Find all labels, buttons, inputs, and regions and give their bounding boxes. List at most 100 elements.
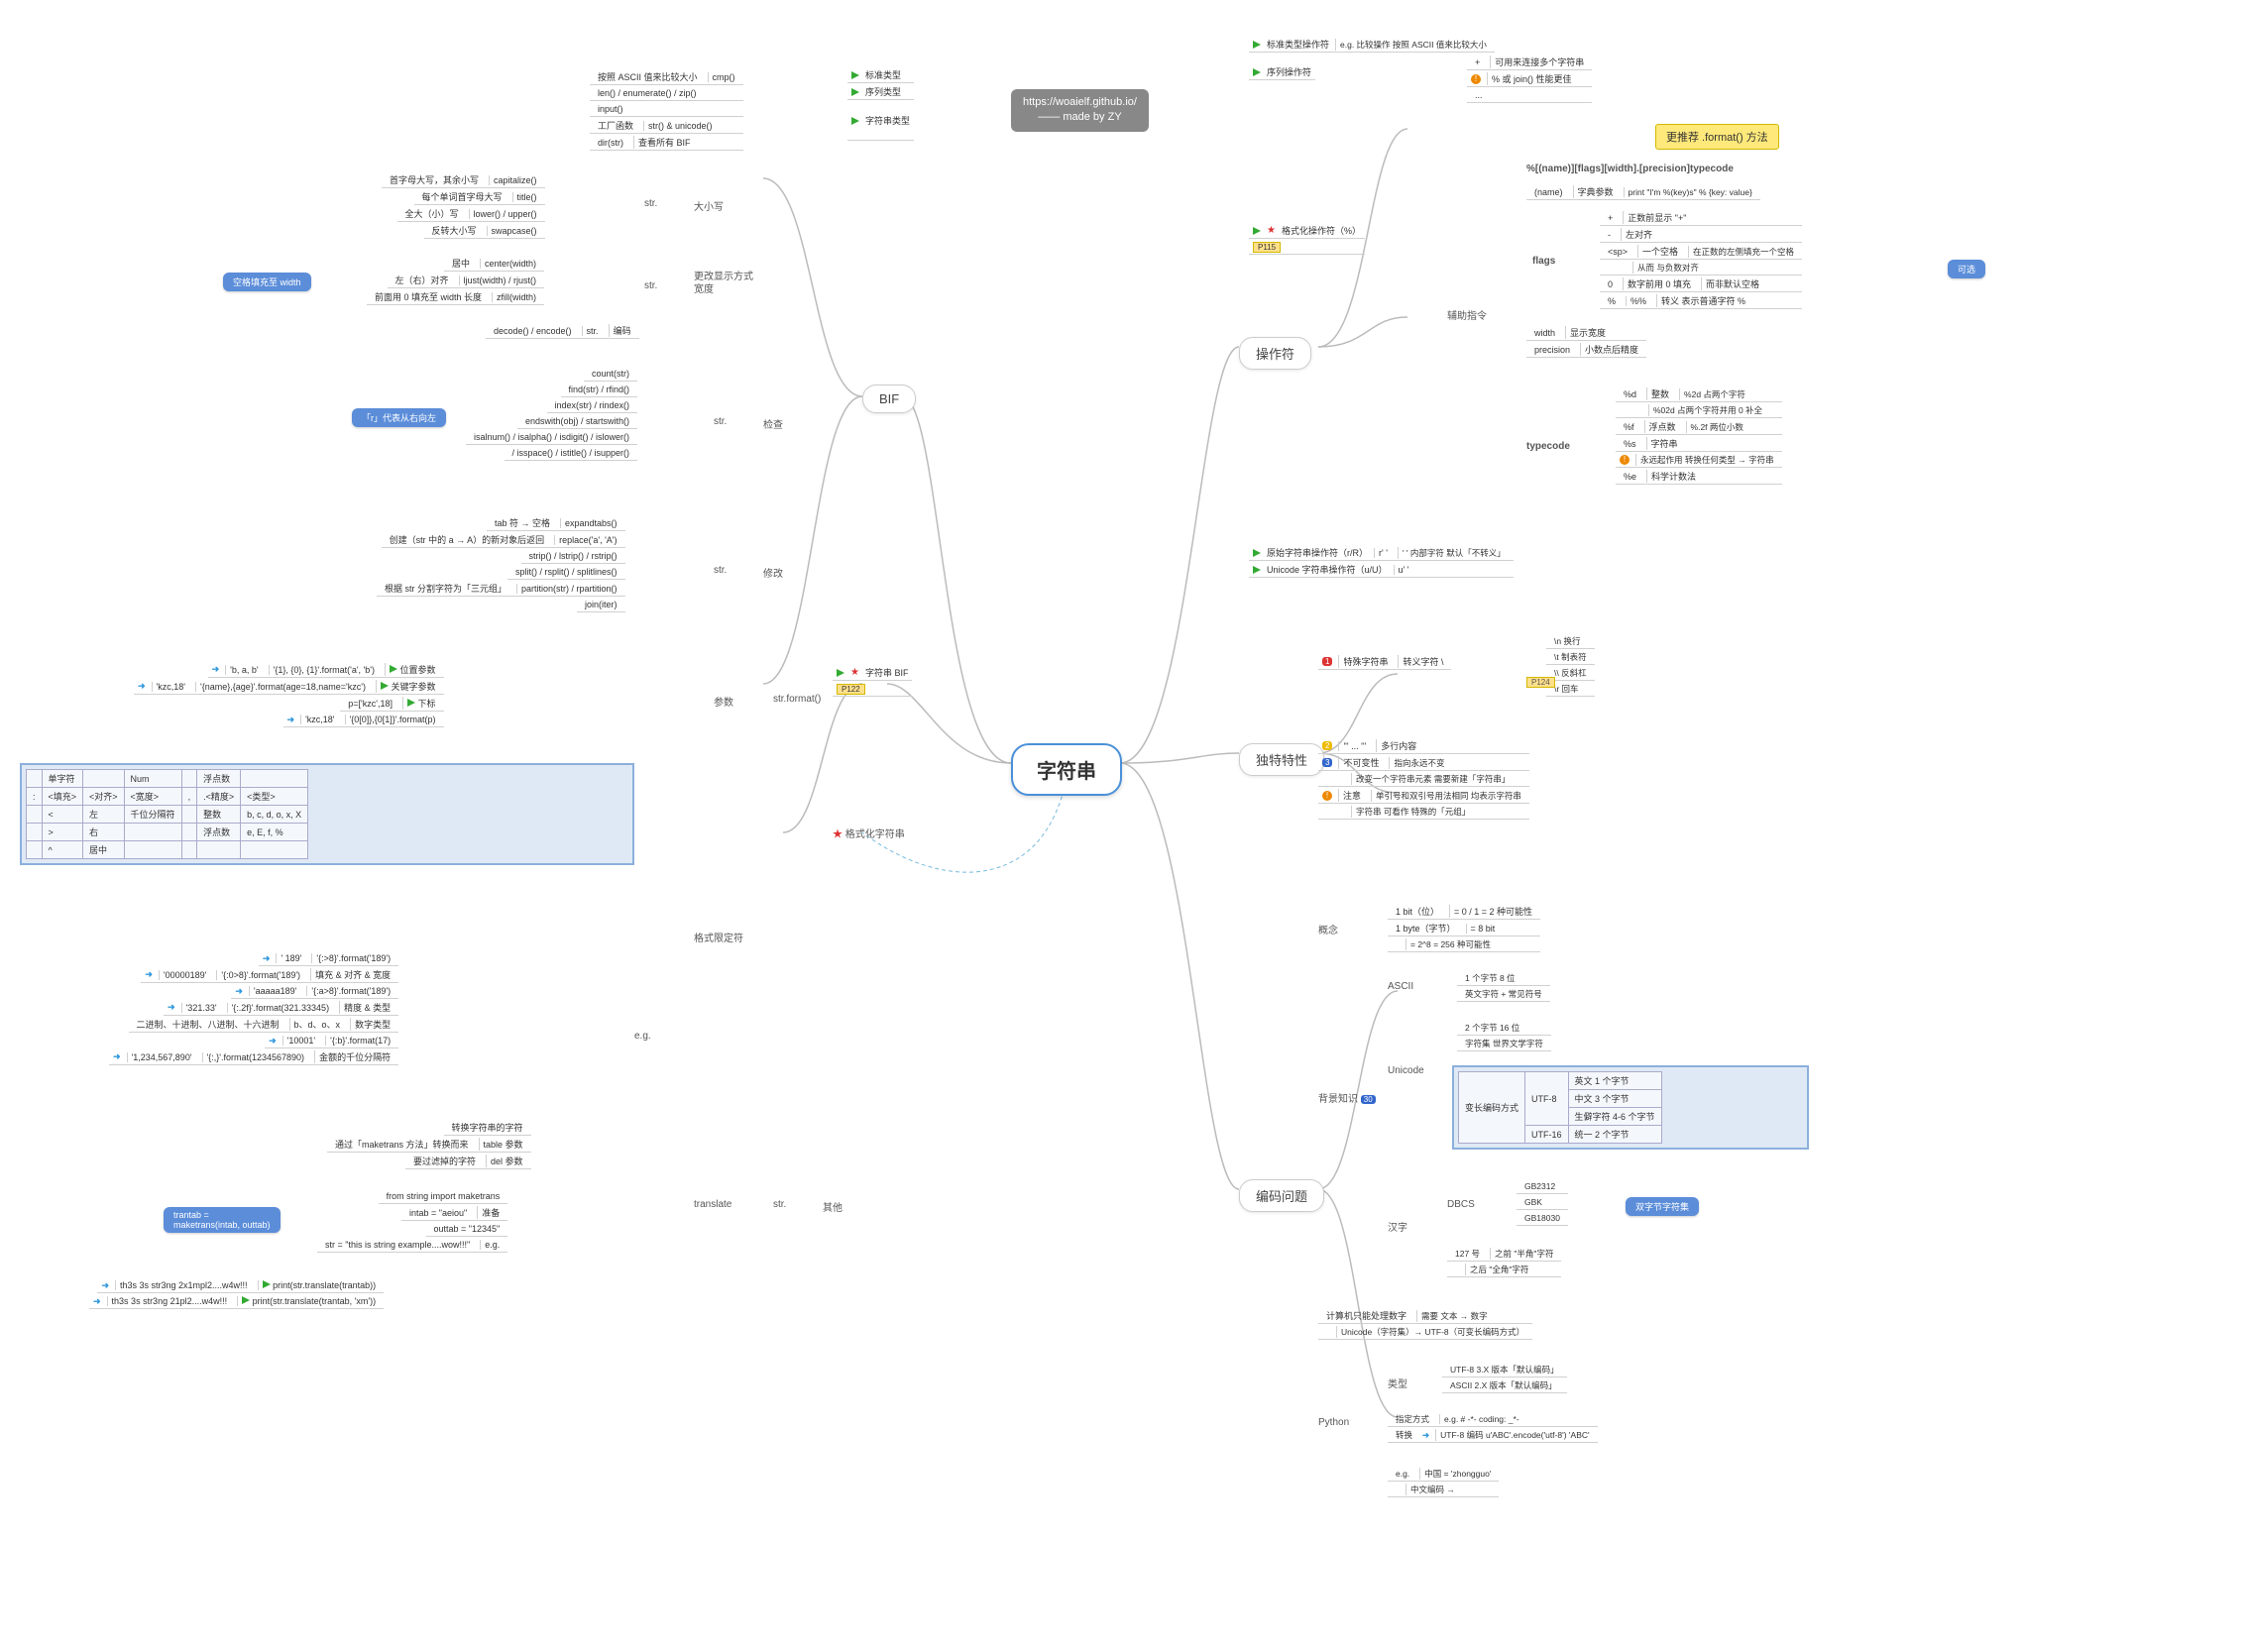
row-p115: P115 <box>1249 240 1365 255</box>
lbl-bg: 背景知识 30 <box>1318 1090 1376 1105</box>
row-join: join(iter) <box>577 598 625 612</box>
num-icon: 1 <box>1322 657 1332 666</box>
row-tcf: %f浮点数%.2f 两位小数 <box>1616 419 1782 435</box>
row-comp: 计算机只能处理数字需要 文本 → 数字 <box>1318 1308 1532 1324</box>
row-comp2: Unicode（字符集）→ UTF-8（可变长编码方式） <box>1318 1325 1532 1340</box>
lbl-p124: P124 <box>1526 677 1555 688</box>
arrow-icon: ➜ <box>287 715 295 725</box>
row-pyasc: ASCII 2.X 版本「默认编码」 <box>1442 1378 1567 1393</box>
row-seqop: 序列操作符 <box>1249 64 1315 80</box>
row-import: from string import maketrans <box>379 1189 508 1204</box>
row-fzero: 0数字前用 0 填充而非默认空格 <box>1600 276 1802 292</box>
arrow-icon: ➜ <box>138 681 146 692</box>
lbl-params: 参数 <box>714 694 733 709</box>
row-deenc: decode() / encode()str.编码 <box>486 323 639 339</box>
row-struni: 工厂函数str() & unicode() <box>590 118 743 134</box>
page-badge: 30 <box>1361 1095 1376 1104</box>
credit-author: —— made by ZY <box>1023 110 1137 125</box>
row-len: len() / enumerate() / zip() <box>590 86 743 101</box>
utf-table: 变长编码方式UTF-8英文 1 个字节 中文 3 个字节 生僻字符 4-6 个字… <box>1452 1065 1809 1150</box>
lbl-str-check: str. <box>714 416 727 427</box>
row-fwidth: width显示宽度 <box>1526 325 1646 341</box>
flag-icon <box>381 682 389 690</box>
row-strex: str = "this is string example....wow!!!"… <box>317 1238 507 1253</box>
row-endsw: endswith(obj) / startswith() <box>517 414 637 429</box>
node-features[interactable]: 独特特性 <box>1239 743 1324 776</box>
flag-icon <box>1253 549 1261 557</box>
cat-seq: 序列类型 <box>847 84 914 100</box>
row-fminus: -左对齐 <box>1600 227 1802 243</box>
flag-icon <box>851 117 859 125</box>
warn-icon: ! <box>1620 455 1630 465</box>
arrow-icon: ➜ <box>235 986 243 997</box>
pill-optional: 可选 <box>1948 260 1985 278</box>
num-icon: 3 <box>1322 758 1332 767</box>
row-dir: dir(str)查看所有 BIF <box>590 135 743 151</box>
star-icon: ★ <box>833 829 843 840</box>
note-recommend-format: 更推荐 .format() 方法 <box>1655 124 1779 150</box>
row-fsp2: 从而 与负数对齐 <box>1600 261 1802 275</box>
row-uni2: 字符集 世界文学字符 <box>1457 1037 1551 1051</box>
arrow-icon: ➜ <box>168 1002 175 1013</box>
row-swap: 反转大小写swapcase() <box>424 223 545 239</box>
row-uniop: Unicode 字符串操作符（u/U）u' ' <box>1249 562 1514 578</box>
row-rawop: 原始字符串操作符（r/R）r' '' ' 内部字符 默认「不转义」 <box>1249 545 1514 561</box>
flag-icon <box>1253 41 1261 49</box>
row-trans1: 转换字符串的字符 <box>444 1120 531 1136</box>
root-node[interactable]: 字符串 <box>1011 743 1122 796</box>
flag-icon <box>837 669 844 677</box>
arrow-icon: ➜ <box>101 1280 109 1291</box>
row-gb2: GBK <box>1517 1195 1568 1210</box>
row-asc1: 1 个字节 8 位 <box>1457 971 1550 986</box>
row-byte2: = 2^8 = 256 种可能性 <box>1388 937 1540 952</box>
row-index: index(str) / rindex() <box>547 398 638 413</box>
row-isal: isalnum() / isalpha() / isdigit() / islo… <box>466 430 637 445</box>
node-encoding[interactable]: 编码问题 <box>1239 1179 1324 1212</box>
lbl-dbcs: DBCS <box>1447 1199 1475 1210</box>
node-bif[interactable]: BIF <box>862 385 916 413</box>
warn-icon: ! <box>1471 74 1481 84</box>
flag-icon <box>263 1280 271 1288</box>
format-spec-table: 单字符Num浮点数 :<填充><对齐> <宽度>,.<精度><类型> <左千位分… <box>20 763 634 865</box>
row-fmtop: ★格式化操作符（%） <box>1249 223 1365 239</box>
row-cmp: 按照 ASCII 值来比较大小cmp() <box>590 69 743 85</box>
row-fill1: ➜' 189''{:>8}'.format('189') <box>259 951 398 966</box>
arrow-icon: ➜ <box>263 953 271 964</box>
row-numfmt: 二进制、十进制、八进制、十六进制b、d、o、x数字类型 <box>129 1017 399 1033</box>
row-part: 根据 str 分割字符为「三元组」partition(str) / rparti… <box>377 581 625 597</box>
row-uni1: 2 个字节 16 位 <box>1457 1021 1551 1036</box>
pill-trantab: trantab = maketrans(intab, outtab) <box>164 1207 281 1233</box>
pill-rmean: 「r」代表从右向左 <box>352 408 446 427</box>
lbl-kind: 类型 <box>1388 1376 1407 1390</box>
row-spec: 指定方式e.g. # -*- coding: _*- <box>1388 1412 1598 1427</box>
row-eg: e.g.中国 = 'zhongguo' <box>1388 1467 1499 1482</box>
lbl-typecode: typecode <box>1526 441 1570 452</box>
lbl-mod: 修改 <box>763 565 783 580</box>
row-res1: ➜th3s 3s str3ng 2x1mpl2....w4w!!! print(… <box>97 1278 384 1293</box>
row-cn2: 中文编码 → <box>1388 1483 1499 1497</box>
lbl-concept: 概念 <box>1318 922 1338 936</box>
lbl-fmtspec: 格式限定符 <box>694 930 743 944</box>
lbl-case: 大小写 <box>694 198 724 213</box>
row-bit: 1 bit（位）= 0 / 1 = 2 种可能性 <box>1388 904 1540 920</box>
row-fill2: ➜'00000189''{:0>8}'.format('189')填充 & 对齐… <box>141 967 398 983</box>
row-split: split() / rsplit() / splitlines() <box>507 565 625 580</box>
row-subarg: ➜'kzc,18''{0[0]},{0[1]}'.format(p) <box>283 713 444 727</box>
flag-icon <box>242 1296 250 1304</box>
row-escn: \n 换行 <box>1546 634 1595 649</box>
row-tce: %e科学计数法 <box>1616 469 1782 485</box>
row-fpct: %%%转义 表示普通字符 % <box>1600 293 1802 309</box>
lbl-translate: translate <box>694 1199 731 1210</box>
row-outtab: outtab = "12345" <box>426 1222 508 1237</box>
flag-icon <box>407 699 415 707</box>
lbl-check: 检查 <box>763 416 783 431</box>
row-conv: 转换➜UTF-8 编码 u'ABC'.encode('utf-8') 'ABC' <box>1388 1428 1598 1443</box>
row-res2: ➜th3s 3s str3ng 21pl2....w4w!!! print(st… <box>89 1294 384 1309</box>
row-seq1: +可用来连接多个字符串 <box>1467 55 1592 70</box>
row-count: count(str) <box>584 367 637 382</box>
flag-icon <box>1253 68 1261 76</box>
node-operators[interactable]: 操作符 <box>1239 337 1311 370</box>
row-fsp: <sp>一个空格在正数的左侧填充一个空格 <box>1600 244 1802 260</box>
row-127c: 之后 "全角"字符 <box>1447 1263 1561 1277</box>
lbl-width: 宽度 <box>694 280 714 295</box>
